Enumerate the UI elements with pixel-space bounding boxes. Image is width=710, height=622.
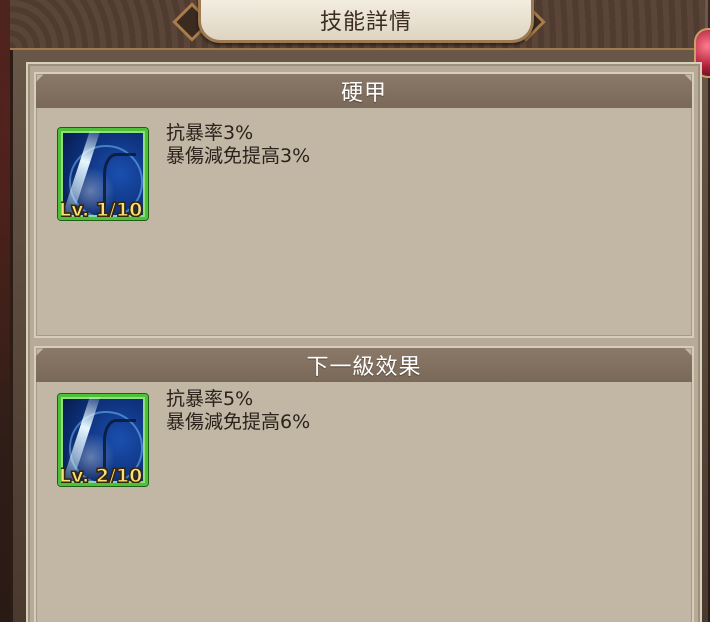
effect-line: 暴傷減免提高6% bbox=[166, 411, 311, 433]
next-skill-level-label: Lv. 2/10 bbox=[59, 465, 143, 486]
next-effects-list: 抗暴率5% 暴傷減免提高6% bbox=[166, 388, 310, 434]
next-skill-icon: Lv. 2/10 bbox=[58, 394, 148, 486]
skill-name: 硬甲 bbox=[340, 81, 387, 106]
effect-line: 抗暴率5% bbox=[166, 388, 254, 410]
effect-line: 抗暴率3% bbox=[166, 122, 254, 144]
window-title: 技能詳情 bbox=[319, 10, 412, 35]
current-effects-list: 抗暴率3% 暴傷減免提高3% bbox=[166, 122, 310, 168]
next-level-title: 下一級效果 bbox=[306, 355, 422, 380]
next-level-section: 下一級效果 Lv. 2/10 抗暴率5% 暴傷減免提高6% bbox=[34, 346, 694, 622]
skill-level-label: Lv. 1/10 bbox=[59, 199, 143, 220]
skill-detail-screen: 技能詳情 硬甲 Lv. 1/10 抗暴率3% 暴傷減免提高3% 下一級效果 Lv… bbox=[0, 0, 710, 622]
current-skill-header: 硬甲 bbox=[36, 74, 692, 108]
current-skill-section: 硬甲 Lv. 1/10 抗暴率3% 暴傷減免提高3% bbox=[34, 72, 694, 338]
skill-detail-panel: 硬甲 Lv. 1/10 抗暴率3% 暴傷減免提高3% 下一級效果 Lv. 2/1… bbox=[26, 62, 702, 622]
title-plate: 技能詳情 bbox=[198, 0, 534, 43]
next-level-header: 下一級效果 bbox=[36, 348, 692, 382]
skill-icon: Lv. 1/10 bbox=[58, 128, 148, 220]
effect-line: 暴傷減免提高3% bbox=[166, 145, 311, 167]
